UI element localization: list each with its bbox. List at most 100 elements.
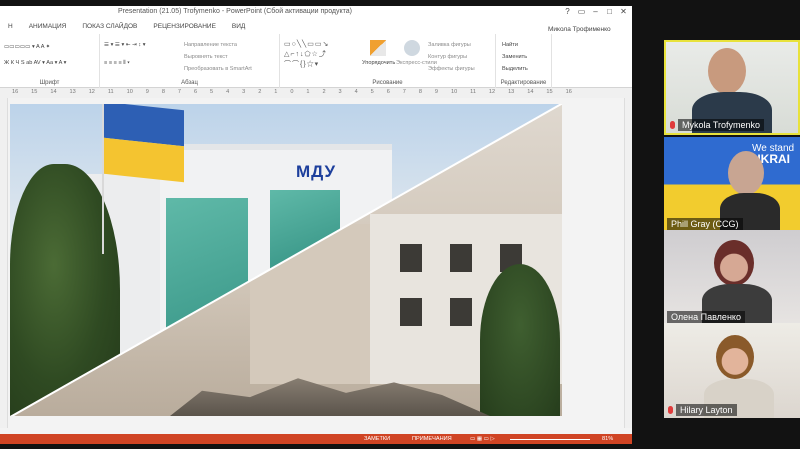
participant-name: Mykola Trofymenko [678,119,765,131]
ruler-tick: 14 [527,89,534,95]
ruler-tick: 12 [88,89,95,95]
vertical-ruler[interactable] [0,98,8,428]
shared-screen-powerpoint[interactable]: Presentation (21.05) Trofymenko - PowerP… [0,6,632,444]
ruler-tick: 2 [258,89,262,95]
font-format-row[interactable]: Ж К Ч S ab AV ▾ Aa ▾ A ▾ [4,60,66,66]
convert-smartart-button[interactable]: Преобразовать в SmartArt [184,66,252,72]
find-button[interactable]: Найти [502,42,518,48]
ruler-tick: 9 [434,89,439,95]
ruler-tick: 8 [161,89,165,95]
drawing-group: ▭○╲╲▭▭↘ △⌐↑↓⬠☆⤴ ⌒⌒{}☆▾ Упорядочить Экспрес… [280,34,496,88]
ruler-tick: 16 [12,89,19,95]
ruler-tick: 5 [210,89,214,95]
font-size-box[interactable]: ▭▭▭▭▭ ▾ A A ✦ [4,44,50,50]
arrange-button[interactable]: Упорядочить [362,60,395,66]
ppt-window-title: Presentation (21.05) Trofymenko - PowerP… [118,8,353,15]
building-sign: МДУ [296,162,337,181]
editing-group-label: Редактирование [500,80,547,86]
muted-mic-icon [668,406,673,414]
participant-name: Олена Павленко [667,311,745,323]
help-button[interactable]: ? [563,7,572,16]
ruler-tick: 5 [370,89,374,95]
close-button[interactable]: ✕ [619,7,628,16]
maximize-button[interactable]: □ [605,7,614,16]
ruler-tick: 11 [107,89,114,95]
zoom-slider[interactable] [510,439,590,440]
shape-fill-button[interactable]: Заливка фигуры [428,42,471,48]
tab-slideshow[interactable]: ПОКАЗ СЛАЙДОВ [74,20,145,34]
tab-animation[interactable]: АНИМАЦИЯ [21,20,75,34]
participant-name: Hilary Layton [676,404,737,416]
shapes-gallery[interactable]: ▭○╲╲▭▭↘ △⌐↑↓⬠☆⤴ ⌒⌒{}☆▾ [284,40,354,72]
ruler-tick: 10 [450,89,458,95]
ruler-tick: 9 [145,89,149,95]
participant-name: Phill Gray (CCG) [667,218,743,230]
font-group: ▭▭▭▭▭ ▾ A A ✦ Ж К Ч S ab AV ▾ Aa ▾ A ▾ Ш… [0,34,100,88]
account-name[interactable]: Микола Трофименко [540,23,619,33]
pine-tree-right [480,264,560,416]
ruler-ticks: 16 15 14 13 12 11 10 9 8 7 6 5 4 3 2 1 0 1 2 3 4 5 6 7 8 9 10 11 12 1… [12,89,572,95]
quick-styles-icon[interactable] [404,40,420,56]
horizontal-ruler[interactable]: 16 15 14 13 12 11 10 9 8 7 6 5 4 3 2 1 0 1 2 3 4 5 6 7 8 9 10 11 12 1… [0,88,632,98]
ruler-tick: 13 [508,89,515,95]
zoom-level[interactable]: 81% [602,436,613,442]
ribbon-tabs: Н АНИМАЦИЯ ПОКАЗ СЛАЙДОВ РЕЦЕНЗИРОВАНИЕ … [0,20,632,34]
ruler-tick: 8 [418,89,422,95]
notes-button[interactable]: ЗАМЕТКИ [364,436,390,442]
tab-view[interactable]: ВИД [224,20,253,34]
window-controls: ? ▭ – □ ✕ [563,7,628,16]
participant-tile-3[interactable]: Олена Павленко [664,230,800,325]
tab-home[interactable]: Н [0,20,21,34]
replace-button[interactable]: Заменить [502,54,527,60]
muted-mic-icon [670,121,675,129]
select-button[interactable]: Выделить [502,66,528,72]
ruler-tick: 3 [242,89,246,95]
ruler-tick: 11 [470,89,476,95]
ruler-tick: 0 [290,89,294,95]
participant-tile-4[interactable]: Hilary Layton [664,323,800,418]
align-buttons[interactable]: ≡ ≡ ≡ ≡ ⫴ ▾ [104,60,130,67]
paragraph-group-label: Абзац [181,80,198,86]
ruler-tick: 4 [226,89,230,95]
ruler-tick: 14 [50,89,57,95]
editing-group: Найти Заменить Выделить Редактирование [496,34,552,88]
ruler-tick: 10 [126,89,133,95]
align-text-button[interactable]: Выровнять текст [184,54,228,60]
slide-canvas[interactable]: МДУ [10,104,562,416]
ruler-tick: 1 [306,89,310,95]
font-group-label: Шрифт [39,80,60,86]
tab-review[interactable]: РЕЦЕНЗИРОВАНИЕ [145,20,224,34]
ribbon: ▭▭▭▭▭ ▾ A A ✦ Ж К Ч S ab AV ▾ Aa ▾ A ▾ Ш… [0,34,632,88]
ruler-tick: 16 [565,89,572,95]
participant-video [708,48,746,94]
paragraph-group: ☰ ▾ ☰ ▾ ⇤ ⇥ ↕ ▾ ≡ ≡ ≡ ≡ ⫴ ▾ Направление … [100,34,280,88]
shape-effects-button[interactable]: Эффекты фигуры [428,66,475,72]
broken-window [450,298,472,326]
ruler-tick: 15 [546,89,553,95]
comments-button[interactable]: ПРИМЕЧАНИЯ [412,436,452,442]
drawing-group-label: Рисование [372,80,403,86]
ruler-tick: 6 [386,89,390,95]
participant-video [714,240,754,286]
shape-outline-button[interactable]: Контур фигуры [428,54,467,60]
ruler-tick: 15 [31,89,38,95]
vertical-scrollbar[interactable] [624,98,632,428]
participant-tile-1[interactable]: Mykola Trofymenko [664,40,800,135]
ribbon-display-button[interactable]: ▭ [577,7,586,16]
minimize-button[interactable]: – [591,7,600,16]
ppt-titlebar: Presentation (21.05) Trofymenko - PowerP… [0,6,632,20]
text-direction-button[interactable]: Направление текста [184,42,237,48]
participant-tile-2[interactable]: We stand UKRAI Phill Gray (CCG) [664,137,800,232]
arrange-icon[interactable] [370,40,386,56]
participant-video [728,151,764,195]
list-buttons[interactable]: ☰ ▾ ☰ ▾ ⇤ ⇥ ↕ ▾ [104,42,146,48]
ppt-status-bar: ЗАМЕТКИ ПРИМЕЧАНИЯ ▭ ▦ ▭ ▷ 81% [0,434,632,444]
video-call-screen: Presentation (21.05) Trofymenko - PowerP… [0,0,800,449]
ruler-tick: 6 [193,89,198,95]
broken-window [450,244,472,272]
participant-video [716,335,754,379]
ruler-tick: 7 [177,89,182,95]
view-buttons[interactable]: ▭ ▦ ▭ ▷ [470,436,495,442]
ruler-tick: 13 [69,89,76,95]
broken-window [400,244,422,272]
